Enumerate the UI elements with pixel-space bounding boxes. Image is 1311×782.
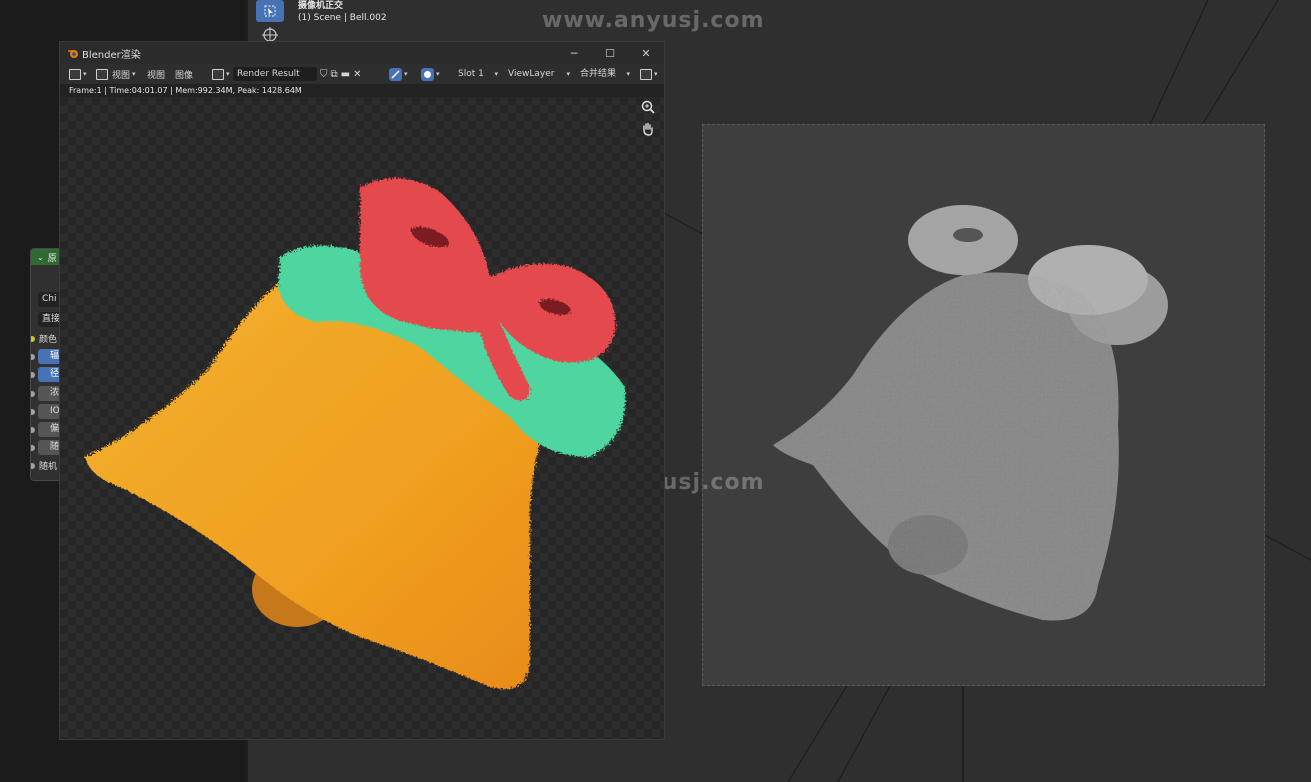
chevron-down-icon: ▾ (494, 70, 498, 78)
chevron-down-icon: ▾ (132, 70, 136, 78)
node-label-random: 随机 (39, 462, 58, 472)
node-label-color: 颜色 (39, 335, 58, 345)
duplicate-icon[interactable]: ⧉ (331, 69, 338, 80)
viewport-bell-model (773, 205, 1168, 621)
view-layer-dropdown[interactable]: ViewLayer ▾ (504, 67, 574, 81)
render-stats: Frame:1 | Time:04:01.07 | Mem:992.34M, P… (60, 84, 664, 97)
chevron-down-icon: ▾ (404, 70, 408, 78)
render-pass-dropdown[interactable]: 合并结果 ▾ (576, 67, 634, 81)
chevron-down-icon: ▾ (566, 70, 570, 78)
folder-icon[interactable]: ▬ (341, 69, 350, 80)
sample-icon (389, 67, 402, 81)
color-socket[interactable] (31, 336, 35, 342)
shield-icon[interactable]: ⛉ (320, 69, 328, 80)
image-editor-icon (69, 68, 81, 80)
socket[interactable] (31, 427, 35, 433)
scene-object-name: (1) Scene | Bell.002 (298, 13, 387, 23)
socket[interactable] (31, 391, 35, 397)
gizmo-icon (640, 68, 652, 80)
menu-view[interactable]: 视图 (147, 67, 165, 81)
close-icon[interactable]: ✕ (353, 69, 361, 80)
rendered-bell-image (85, 178, 626, 689)
view-mode-icon (96, 68, 108, 80)
chevron-down-icon: ▾ (654, 70, 658, 78)
slot-label: Slot 1 (458, 69, 484, 79)
render-window[interactable]: Blender渲染 ─ ☐ ✕ ▾ 视图 ▾ 视图 图像 ▾ Render Re… (59, 41, 665, 740)
render-window-titlebar[interactable]: Blender渲染 ─ ☐ ✕ (60, 42, 664, 64)
chevron-down-icon: ▾ (83, 70, 87, 78)
sample-tool-dropdown[interactable]: ▾ (389, 67, 408, 81)
toolbar (252, 0, 286, 46)
display-channels-icon (421, 67, 434, 81)
image-name-field[interactable]: Render Result (233, 67, 317, 81)
image-editor-header: ▾ 视图 ▾ 视图 图像 ▾ Render Result ⛉ ⧉ ▬ ✕ ▾ ▾… (60, 64, 664, 84)
editor-type-dropdown[interactable]: ▾ (69, 67, 87, 81)
view-menu-label: 视图 (112, 70, 131, 81)
view-layer-label: ViewLayer (508, 69, 555, 79)
view-name: 摄像机正交 (298, 1, 344, 11)
image-icon (212, 68, 224, 80)
chevron-down-icon: ▾ (626, 70, 630, 78)
node-title: 原 (47, 253, 57, 264)
display-channels-dropdown[interactable]: ▾ (421, 67, 440, 81)
image-actions: ⛉ ⧉ ▬ ✕ (320, 67, 361, 81)
socket[interactable] (31, 463, 35, 469)
close-button[interactable]: ✕ (628, 47, 664, 60)
render-pass-label: 合并结果 (580, 69, 617, 79)
maximize-button[interactable]: ☐ (592, 47, 628, 60)
hand-icon[interactable] (638, 119, 658, 139)
image-browse-dropdown[interactable]: ▾ (212, 67, 230, 81)
window-title: Blender渲染 (82, 49, 141, 61)
chevron-down-icon[interactable]: ⌄ (37, 253, 44, 262)
slot-dropdown[interactable]: Slot 1 ▾ (454, 67, 502, 81)
gizmo-dropdown[interactable]: ▾ (640, 67, 658, 81)
zoom-icon[interactable] (638, 97, 658, 117)
render-canvas[interactable] (60, 97, 664, 739)
socket[interactable] (31, 372, 35, 378)
view-mode-dropdown[interactable]: 视图 ▾ (96, 67, 136, 81)
socket[interactable] (31, 409, 35, 415)
viewport-info: 摄像机正交 (1) Scene | Bell.002 (298, 0, 387, 24)
socket[interactable] (31, 445, 35, 451)
minimize-button[interactable]: ─ (556, 47, 592, 60)
watermark-top: www.anyusj.com (542, 8, 765, 33)
menu-image[interactable]: 图像 (175, 67, 193, 81)
camera-frame (702, 124, 1265, 686)
chevron-down-icon: ▾ (436, 70, 440, 78)
socket[interactable] (31, 354, 35, 360)
select-box-icon[interactable] (256, 0, 284, 22)
blender-logo-icon (68, 50, 78, 58)
chevron-down-icon: ▾ (226, 70, 230, 78)
